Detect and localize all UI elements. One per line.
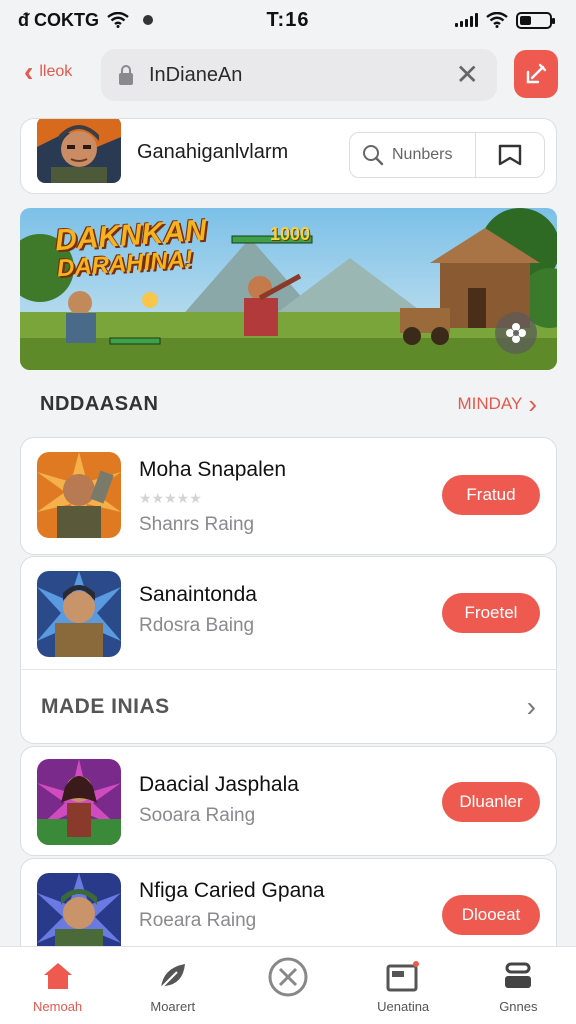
status-left: ᵭ COKTG [18,10,153,31]
banner-score: 1000 [270,224,311,244]
app-subtitle: Roeara Raing [139,910,257,931]
search-input[interactable]: InDianeAn [149,64,456,87]
chevron-left-icon: ‹ [24,56,34,87]
app-row[interactable]: Daacial Jasphala Sooara Raing Dluanler [20,746,557,856]
app-action-button[interactable]: Dlooeat [442,895,540,935]
app-name: Nfiga Caried Gpana [139,879,325,902]
app-action-button[interactable]: Fratud [442,475,540,515]
section-link[interactable]: MINDAY › [457,389,537,419]
wifi-icon-right [486,12,508,28]
flower-icon [506,323,526,343]
compose-button[interactable] [514,50,558,98]
app-icon [37,571,121,657]
home-icon [40,959,76,993]
app-icon [37,452,121,538]
app-icon [37,759,121,845]
tab-uenatina[interactable]: Uenatina [353,959,453,1014]
status-bar: ᵭ COKTG T:16 [0,0,576,40]
status-right [455,11,555,29]
numbers-search-button[interactable]: Nunbers [350,133,476,177]
app-row[interactable]: Moha Snapalen ★★★★★ Shanrs Raing Fratud [20,437,557,555]
tab-bar: Nemoah Moarert Uenatina Gnnes [0,946,576,1024]
profile-card[interactable]: Ganahiganlvlarm Nunbers [20,118,557,194]
made-row-title: MADE INIAS [41,694,170,718]
chevron-right-icon: › [528,389,537,419]
search-bar[interactable]: InDianeAn ✕ [101,49,497,101]
banner-title: DAKNKAN DARAHINA! [54,214,209,283]
chevron-right-icon: › [526,690,536,722]
tab-label: Nemoah [33,999,83,1014]
tab-center-close[interactable] [238,957,338,999]
section-title: NDDAASAN [40,392,159,415]
app-row[interactable]: Sanaintonda Rdosra Baing Froetel [20,556,557,670]
rating-stars: ★★★★★ [139,490,202,506]
tab-label: Moarert [150,999,196,1014]
tab-games[interactable]: Gnnes [468,959,568,1014]
numbers-label: Nunbers [392,146,453,163]
tab-moarert[interactable]: Moarert [123,959,223,1014]
section-header: NDDAASAN MINDAY › [20,378,557,430]
back-button[interactable]: ‹ lleok [24,58,72,86]
app-action-button[interactable]: Dluanler [442,782,540,822]
tab-home[interactable]: Nemoah [8,959,108,1014]
app-name: Moha Snapalen [139,458,287,481]
section-link-label: MINDAY [457,394,523,413]
lock-icon [119,65,133,85]
window-icon [385,959,421,993]
banner-action-button[interactable] [495,312,537,354]
numbers-box: Nunbers [349,132,545,178]
stack-icon [500,959,536,993]
wifi-icon [107,12,129,28]
promo-banner[interactable]: DAKNKAN DARAHINA! 1000 [20,208,557,370]
app-name: Daacial Jasphala [139,773,299,796]
tab-label: Gnnes [499,999,538,1014]
search-icon [363,145,384,166]
book-icon [498,144,522,166]
app-subtitle: Shanrs Raing [139,514,255,535]
made-row[interactable]: MADE INIAS › [20,670,557,744]
carrier-label: ᵭ COKTG [18,9,99,30]
battery-icon [516,11,555,29]
profile-avatar [37,119,121,183]
tab-label: Uenatina [377,999,430,1014]
compose-icon [526,63,547,84]
app-action-button[interactable]: Froetel [442,593,540,633]
top-bar: ‹ lleok InDianeAn ✕ [0,46,576,102]
app-name: Sanaintonda [139,583,257,606]
app-subtitle: Rdosra Baing [139,615,255,636]
leaf-icon [155,959,191,993]
profile-name: Ganahiganlvlarm [137,141,289,163]
bookmark-button[interactable] [476,133,544,177]
back-label: lleok [39,63,73,80]
signal-icon [455,13,478,27]
dot-indicator [143,15,153,25]
clear-icon[interactable]: ✕ [456,61,479,89]
close-circle-icon [266,955,310,999]
app-subtitle: Sooara Raing [139,805,256,826]
